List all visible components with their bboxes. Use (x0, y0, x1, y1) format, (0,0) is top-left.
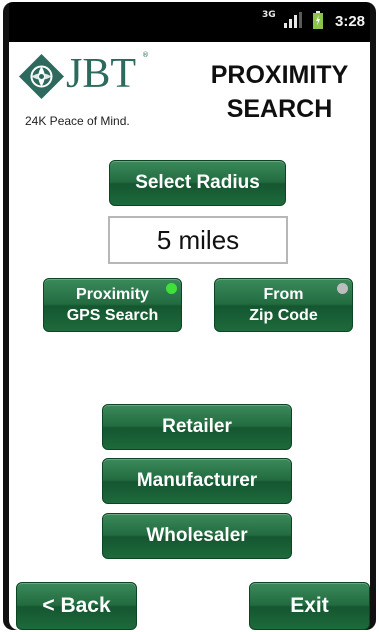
selected-indicator-icon (166, 283, 177, 294)
select-radius-button[interactable]: Select Radius (109, 160, 286, 206)
retailer-button[interactable]: Retailer (102, 404, 292, 450)
signal-icon (284, 12, 302, 28)
gps-button-line1: Proximity (76, 286, 149, 303)
status-bar: 3G 3:28 (9, 2, 370, 42)
tagline: 24K Peace of Mind. (25, 114, 130, 128)
zip-button-line1: From (263, 286, 304, 303)
from-zip-code-button[interactable]: From Zip Code (214, 278, 353, 332)
page-title: PROXIMITY SEARCH (187, 58, 372, 126)
exit-button[interactable]: Exit (249, 582, 370, 630)
battery-icon (313, 11, 323, 29)
zip-button-line2: Zip Code (249, 307, 318, 324)
back-button[interactable]: < Back (16, 582, 137, 630)
gps-button-line2: GPS Search (66, 307, 159, 324)
clock-time: 3:28 (335, 13, 366, 30)
page-title-line2: SEARCH (226, 95, 333, 123)
logo-wordmark: JBT (66, 51, 137, 97)
registered-mark: ® (142, 51, 149, 59)
jbt-logo-icon (19, 54, 64, 99)
manufacturer-button[interactable]: Manufacturer (102, 458, 292, 504)
proximity-gps-search-button[interactable]: Proximity GPS Search (43, 278, 182, 332)
app-screen: 3G 3:28 JBT ® 24K Peace of Mind. PROXIMI… (9, 2, 370, 630)
device-frame: 3G 3:28 JBT ® 24K Peace of Mind. PROXIMI… (3, 2, 376, 630)
3g-icon: 3G (262, 10, 276, 20)
radius-value-display: 5 miles (108, 216, 288, 264)
page-title-line1: PROXIMITY (210, 61, 349, 89)
wholesaler-button[interactable]: Wholesaler (102, 513, 292, 559)
unselected-indicator-icon (337, 283, 348, 294)
